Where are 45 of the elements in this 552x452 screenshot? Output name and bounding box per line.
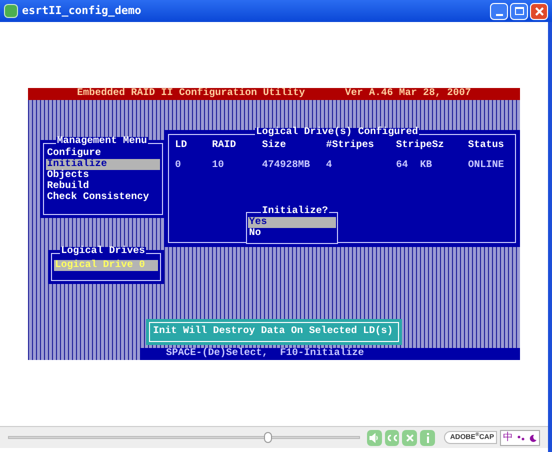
speaker-icon: [369, 432, 380, 442]
utility-title: Embedded RAID II Configuration Utility: [76, 89, 305, 99]
window-title: esrtII_config_demo: [22, 2, 142, 19]
captions-button[interactable]: [384, 430, 400, 446]
table-cell-text: ONLINE: [468, 161, 506, 171]
column-header: Status: [468, 141, 506, 151]
column-header: #Stripes: [326, 141, 376, 151]
menu-item[interactable]: Rebuild: [46, 181, 160, 192]
panel-title: Logical Drives: [60, 247, 146, 257]
info-button[interactable]: [420, 430, 436, 446]
table-cell-text: 4: [326, 161, 334, 171]
volume-button[interactable]: [366, 430, 382, 446]
info-icon: [426, 432, 430, 442]
menu-item[interactable]: Configure: [46, 148, 160, 159]
progress-thumb[interactable]: [264, 432, 272, 443]
app-icon: [4, 4, 18, 18]
menu-item[interactable]: Objects: [46, 170, 160, 181]
panel-title: Logical Drive(s) Configured: [255, 128, 420, 138]
minimize-icon: [496, 14, 502, 16]
version-text: Ver A.46 Mar 28, 2007: [345, 89, 472, 99]
ime-mode-indicator[interactable]: 中: [503, 432, 514, 442]
captions-icon: [386, 434, 398, 442]
close-icon: [406, 434, 414, 442]
moon-icon[interactable]: [529, 434, 538, 442]
table-cell-text: 0: [175, 161, 182, 171]
key-hints: SPACE-(De)Select, F10-Initialize: [166, 349, 364, 359]
punctuation-icon[interactable]: [517, 434, 526, 442]
panel-title: Management Menu: [56, 137, 148, 147]
column-header: StripeSz: [396, 141, 446, 151]
table-cell-text: 10: [212, 161, 226, 171]
close-icon: [534, 6, 544, 16]
maximize-icon: [514, 7, 524, 15]
column-header: RAID: [212, 141, 238, 151]
menu-item[interactable]: Check Consistency: [46, 192, 160, 203]
table-cell-text: 474928MB: [262, 161, 312, 171]
maximize-button[interactable]: [510, 2, 528, 20]
minimize-button[interactable]: [490, 2, 508, 20]
column-header: LD: [175, 141, 188, 151]
warning-message: Init Will Destroy Data On Selected LD(s): [153, 327, 394, 337]
column-header: Size: [262, 141, 288, 151]
dialog-option[interactable]: No: [248, 228, 336, 239]
menu-item[interactable]: Initialize: [46, 159, 160, 170]
table-cell-text: 64 KB: [396, 161, 434, 171]
dialog-option[interactable]: Yes: [248, 217, 336, 228]
close-button[interactable]: [530, 2, 548, 20]
